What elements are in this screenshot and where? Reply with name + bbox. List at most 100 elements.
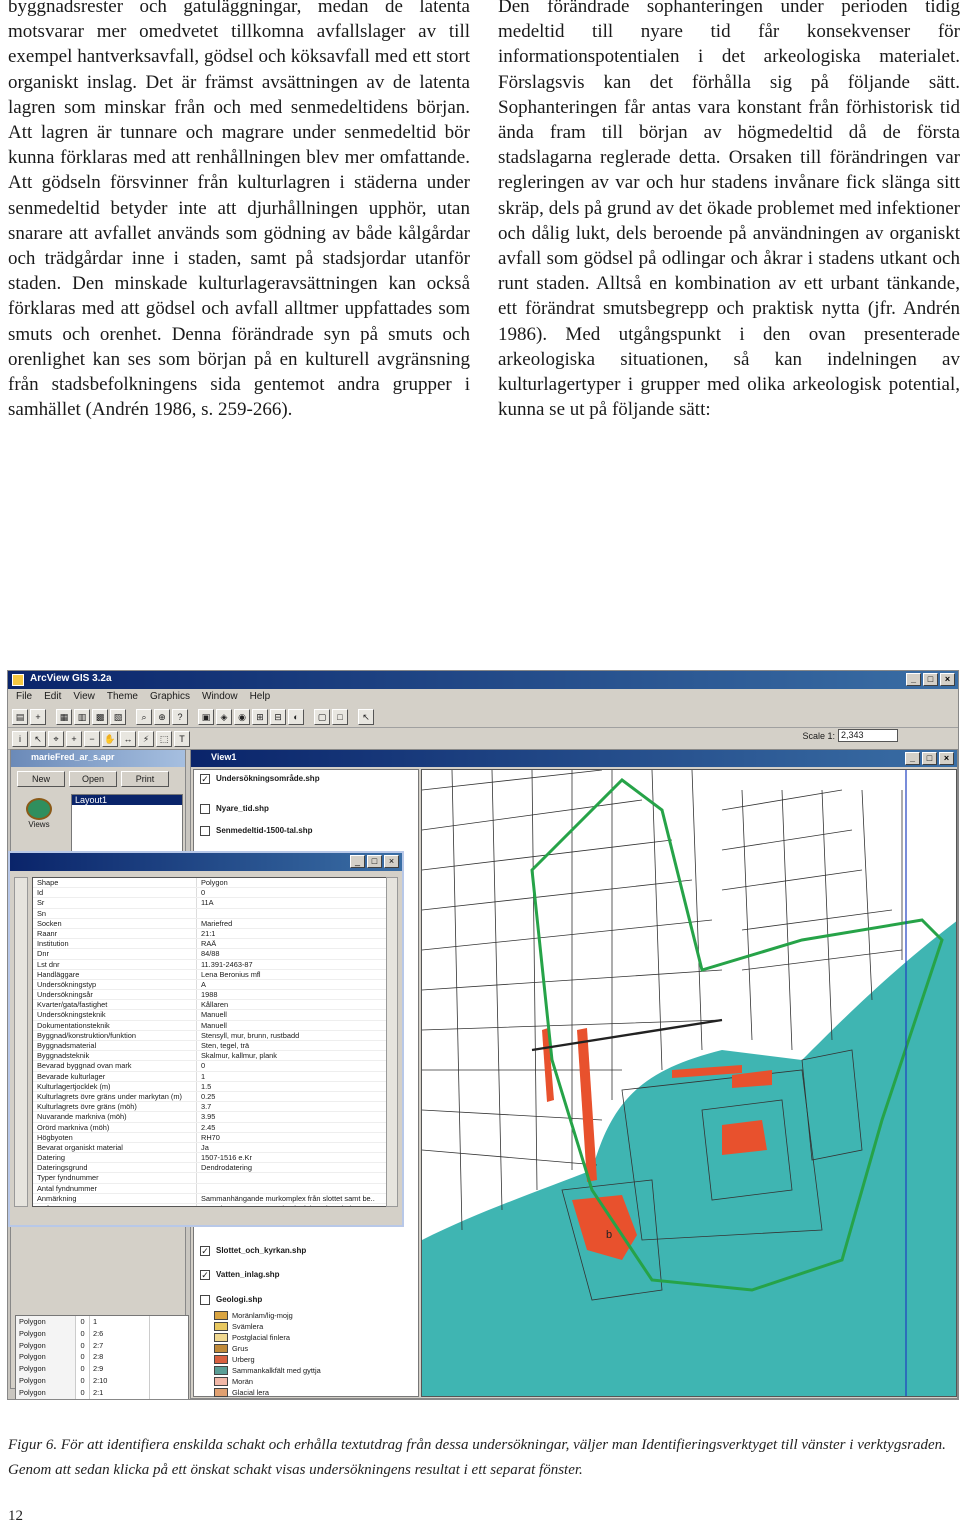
menu-window[interactable]: Window [202,691,238,704]
attribute-table-row[interactable]: Polygon02:2 [16,1398,188,1399]
legend-entry: Moränlam/lig-mojg [214,1310,293,1321]
find-icon[interactable]: ⌕ [136,709,152,725]
zoom-previous-icon[interactable]: ◐ [288,709,304,725]
select-features-icon[interactable]: ▢ [314,709,330,725]
identify-field-value: 2.45 [201,1122,216,1132]
project-new-button[interactable]: New [17,771,65,787]
project-window-title: marieFred_ar_s.apr [11,750,185,767]
minimize-button[interactable]: _ [906,673,921,686]
attribute-table-row[interactable]: Polygon 0 2:8 [16,1351,188,1364]
view-maximize-button[interactable]: □ [922,752,937,765]
identify-field-value: Dendrodatering [201,1163,252,1173]
layer-visibility-checkbox[interactable]: ✓ [200,774,210,784]
chart-icon[interactable]: ▧ [110,709,126,725]
zoom-in-icon[interactable]: + [66,731,82,747]
layout-list-item[interactable]: Layout1 [72,795,182,805]
legend-entry: Svämlera [214,1321,263,1332]
zoom-full-icon[interactable]: ▣ [198,709,214,725]
menu-help[interactable]: Help [250,691,271,704]
identify-row: Orörd markniva (möh) 2.45 [33,1122,391,1133]
identify-field-name: Kvarter/gata/fastighet [33,1000,197,1010]
button-bar: ▤ + ▦ ▥ ▩ ▧ ⌕ ⊕ ? ▣ ◈ ◉ ⊞ ⊟ ◐ ▢ □ ↖ [8,706,958,728]
identify-tool-icon[interactable]: i [12,731,28,747]
attribute-table-row[interactable]: Polygon 0 1 [16,1316,188,1328]
query-icon[interactable]: ? [172,709,188,725]
zoom-out-icon[interactable]: − [84,731,100,747]
attribute-table: Polygon 0 1 Polygon 0 2:6 Polygon 0 2:7 Polygon 0 2… [15,1315,189,1399]
menu-theme[interactable]: Theme [107,691,138,704]
identify-row: Socken Mariefred [33,918,391,929]
zoom-active-icon[interactable]: ◈ [216,709,232,725]
map-canvas[interactable]: b [421,769,957,1397]
attribute-table-row[interactable]: Polygon 0 2:9 [16,1363,188,1375]
vertex-edit-icon[interactable]: ⌖ [48,731,64,747]
help-icon[interactable]: ↖ [358,709,374,725]
project-open-button[interactable]: Open [69,771,117,787]
toc-layer[interactable]: ✓ Undersökningsområde.shp [200,774,410,788]
menu-view[interactable]: View [73,691,95,704]
scale-control: Scale 1: 2,343 [802,729,898,742]
add-theme-icon[interactable]: + [30,709,46,725]
label-icon[interactable]: T [174,731,190,747]
theme-properties-icon[interactable]: ▦ [56,709,72,725]
toc-layer[interactable]: Senmedeltid-1500-tal.shp [200,826,410,840]
view-close-button[interactable]: × [939,752,954,765]
menu-file[interactable]: File [16,691,32,704]
identify-feature-list[interactable] [14,877,28,1207]
identify-field-value: 1988 [201,990,218,1000]
locate-icon[interactable]: ⊕ [154,709,170,725]
identify-field-name: Typer fyndnummer [33,1173,197,1183]
zoom-out-fixed-icon[interactable]: ⊟ [270,709,286,725]
menu-graphics[interactable]: Graphics [150,691,190,704]
attribute-cell: Polygon [16,1374,76,1387]
pointer-tool-icon[interactable]: ↖ [30,731,46,747]
edit-legend-icon[interactable]: ▥ [74,709,90,725]
view-minimize-button[interactable]: _ [905,752,920,765]
layer-visibility-checkbox[interactable] [200,804,210,814]
hotlink-icon[interactable]: ⚡ [138,731,154,747]
layer-visibility-checkbox[interactable]: ✓ [200,1270,210,1280]
layer-visibility-checkbox[interactable] [200,1295,210,1305]
attribute-table-row[interactable]: Polygon 0 2:10 [16,1374,188,1387]
attribute-table-row[interactable]: Polygon 0 2:1 [16,1386,188,1399]
scale-input[interactable]: 2,343 [838,729,898,742]
maximize-button[interactable]: □ [923,673,938,686]
identify-scrollbar[interactable] [386,877,398,1207]
pan-icon[interactable]: ✋ [102,731,118,747]
identify-row: Kulturlagrets övre gräns under markytan … [33,1091,391,1103]
zoom-in-fixed-icon[interactable]: ⊞ [252,709,268,725]
toc-layer[interactable]: Nyare_tid.shp [200,804,410,818]
identify-field-name: Datering [33,1153,197,1163]
identify-row: Byggnadsteknik Skalmur, kallmur, plank [33,1051,391,1062]
identify-row: Shape Polygon [33,878,391,889]
save-tool-icon[interactable]: ▤ [12,709,28,725]
identify-window-title: _ □ × [10,853,402,871]
zoom-selected-icon[interactable]: ◉ [234,709,250,725]
clear-selection-icon[interactable]: □ [332,709,348,725]
layer-name: Undersökningsområde.shp [216,774,320,783]
layer-visibility-checkbox[interactable]: ✓ [200,1246,210,1256]
identify-row: Institution RAÄ [33,939,391,950]
close-button[interactable]: × [940,673,955,686]
attribute-table-row[interactable]: Polygon 0 2:7 [16,1339,188,1352]
identify-field-value: 1507-1516 e.Kr [201,1153,252,1163]
identify-field-value [197,1173,391,1182]
identify-minimize-button[interactable]: _ [350,855,365,868]
area-select-icon[interactable]: ⬚ [156,731,172,747]
identify-row: Lst dnr 11.391-2463-87 [33,959,391,970]
menu-edit[interactable]: Edit [44,691,61,704]
views-icon[interactable]: Views [17,798,61,834]
identify-maximize-button[interactable]: □ [367,855,382,868]
menu-bar: File Edit View Theme Graphics Window Hel… [8,689,958,706]
identify-close-button[interactable]: × [384,855,399,868]
layer-visibility-checkbox[interactable] [200,826,210,836]
table-icon[interactable]: ▩ [92,709,108,725]
toc-layer[interactable]: Geologi.shp [200,1295,410,1309]
layer-name: Geologi.shp [216,1295,263,1304]
legend-label: Glacial lera [232,1388,269,1397]
toc-layer[interactable]: ✓ Vatten_inlag.shp [200,1270,410,1284]
attribute-table-row[interactable]: Polygon 0 2:6 [16,1327,188,1340]
measure-icon[interactable]: ↔ [120,731,136,747]
toc-layer[interactable]: ✓ Slottet_och_kyrkan.shp [200,1246,410,1260]
project-print-button[interactable]: Print [121,771,169,787]
